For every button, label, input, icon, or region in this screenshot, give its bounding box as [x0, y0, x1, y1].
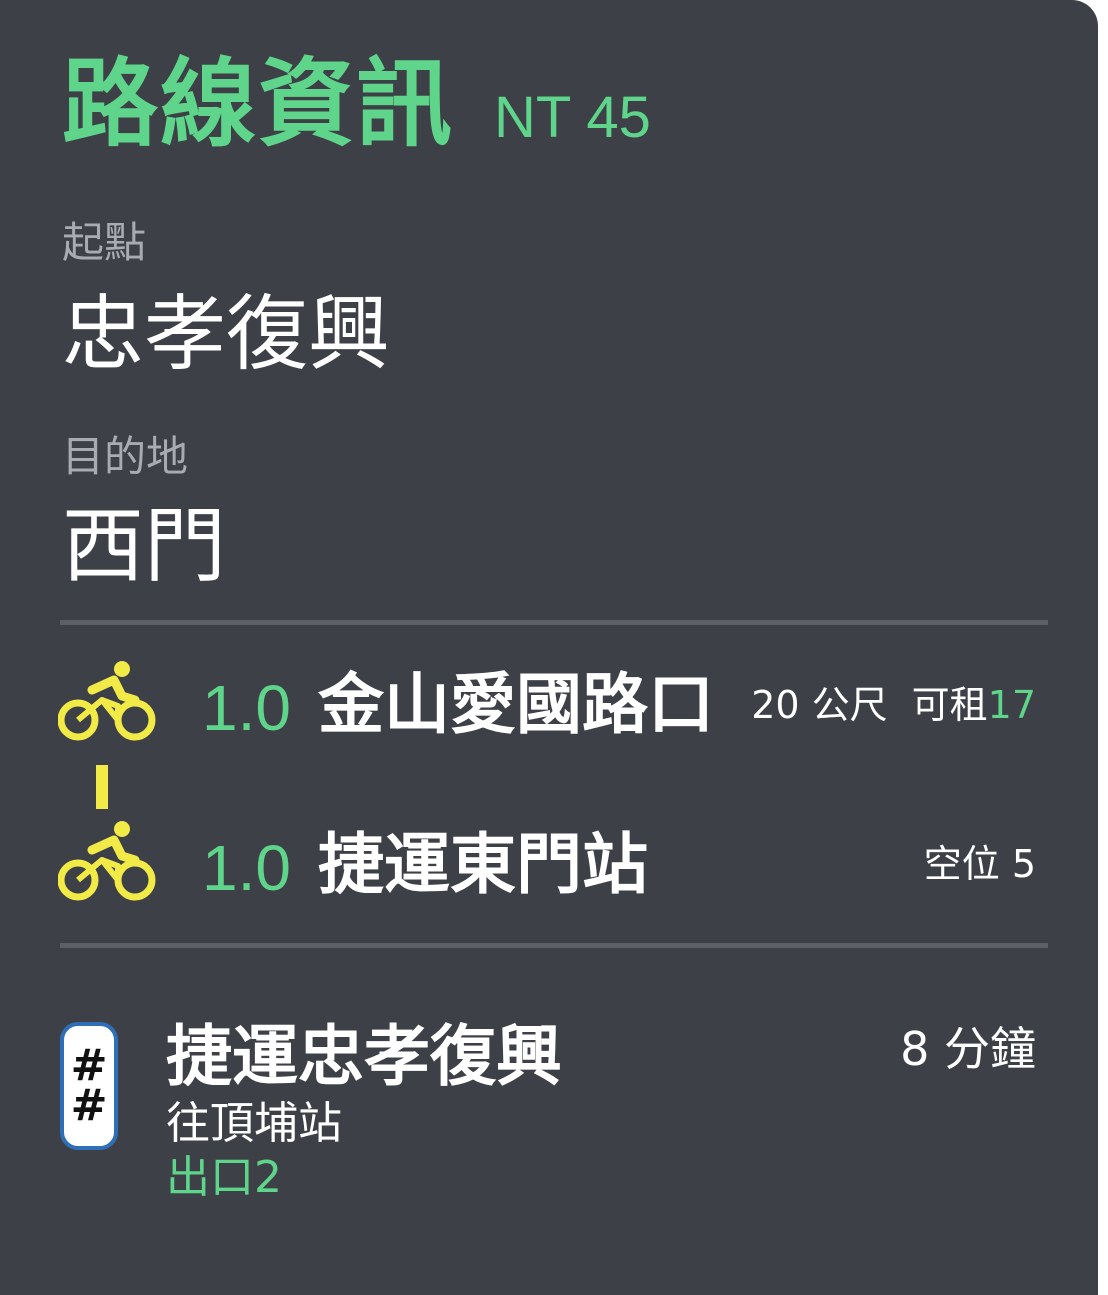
segment-distance: 1.0	[202, 832, 291, 904]
metro-direction: 往頂埔站	[166, 1098, 342, 1149]
rent-count: 17	[987, 683, 1036, 727]
rent-label: 可租	[911, 683, 988, 727]
bike-station-info: 空位 5	[924, 845, 1036, 883]
empty-slots: 空位 5	[923, 842, 1036, 886]
metro-exit: 出口2	[166, 1152, 282, 1203]
segment-distance: 1.0	[202, 672, 291, 744]
divider	[60, 620, 1048, 625]
header: 路線資訊 NT 45	[62, 56, 651, 152]
segment-connector	[96, 765, 108, 809]
bike-station-info: 20 公尺 可租 17	[751, 686, 1036, 724]
origin-label: 起點	[62, 218, 147, 267]
origin-name: 忠孝復興	[62, 287, 391, 382]
walk-time: 8 分鐘	[900, 1022, 1036, 1076]
bike-station-name: 金山愛國路口	[318, 666, 714, 743]
bicycle-icon	[58, 661, 156, 741]
walk-distance: 20 公尺	[751, 683, 888, 727]
metro-icon: # #	[60, 1022, 118, 1150]
bicycle-icon	[58, 821, 156, 901]
fare-price: NT 45	[494, 85, 651, 150]
route-info-card: 路線資訊 NT 45 起點 忠孝復興 目的地 西門 1.0 金山愛國路口 20 …	[0, 0, 1098, 1295]
destination-name: 西門	[62, 499, 227, 594]
metro-station-name: 捷運忠孝復興	[166, 1018, 562, 1095]
destination-label: 目的地	[62, 432, 189, 481]
page-title: 路線資訊	[62, 48, 454, 160]
bike-station-name: 捷運東門站	[318, 826, 648, 903]
divider	[60, 943, 1048, 948]
